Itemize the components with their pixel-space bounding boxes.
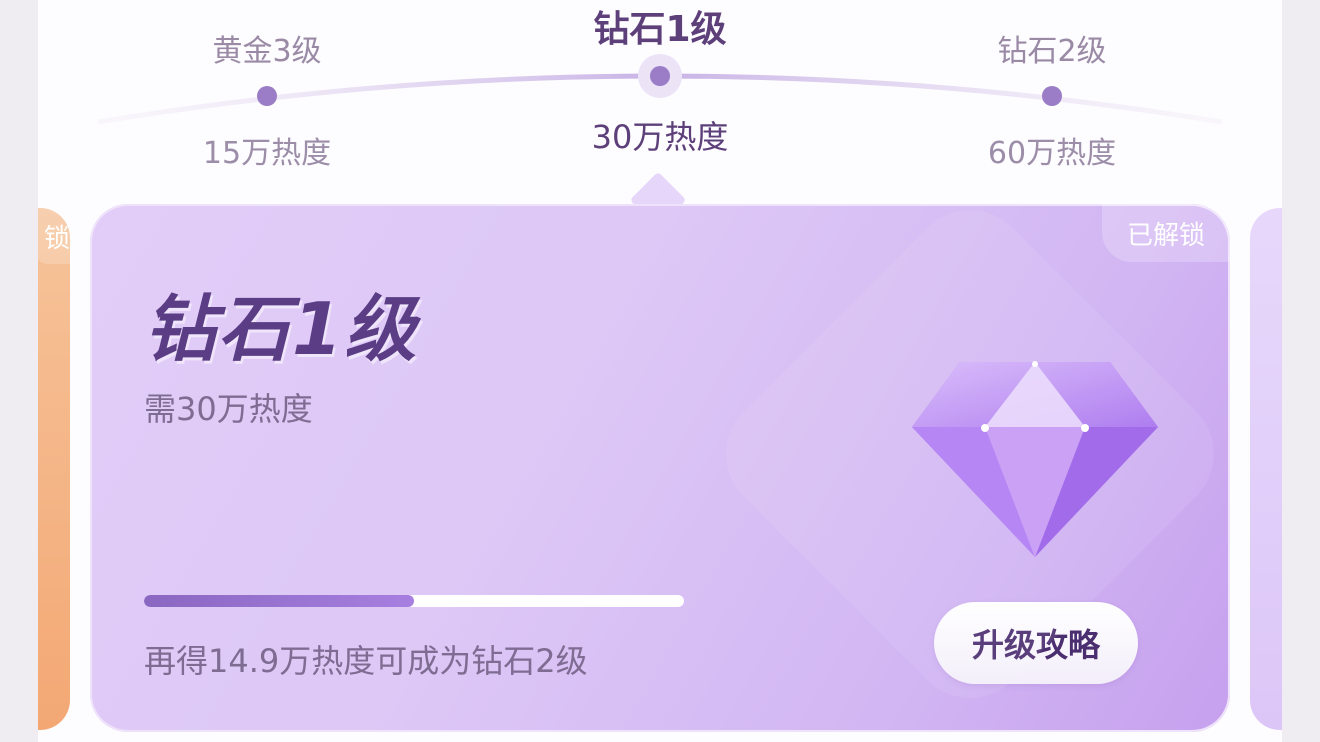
level-dot-diamond2[interactable]	[1042, 86, 1062, 106]
level-heat-gold3: 15万热度	[202, 136, 332, 171]
previous-level-card[interactable]: 锁	[38, 208, 70, 730]
previous-card-badge: 锁	[38, 208, 70, 264]
card-title: 钻石1级	[144, 287, 419, 371]
level-card-diamond1[interactable]: 已解锁 钻石1级 需30万热度 再得14.9万热度可成为钻石2级 升级攻略	[90, 204, 1230, 732]
upgrade-guide-button[interactable]: 升级攻略	[934, 602, 1138, 684]
level-heat-diamond2: 60万热度	[987, 136, 1117, 171]
card-requirement: 需30万热度	[144, 390, 313, 428]
level-track: 黄金3级 15万热度 钻石1级 30万热度 钻石2级 60万热度	[38, 0, 1282, 200]
upgrade-hint: 再得14.9万热度可成为钻石2级	[144, 642, 588, 680]
level-name-diamond1[interactable]: 钻石1级	[593, 0, 726, 52]
diamond-icon	[912, 361, 1158, 557]
level-page: 黄金3级 15万热度 钻石1级 30万热度 钻石2级 60万热度 锁 已解锁 钻…	[38, 0, 1282, 742]
next-level-card[interactable]	[1250, 208, 1282, 730]
level-name-diamond2[interactable]: 钻石2级	[997, 26, 1106, 70]
level-heat-diamond1: 30万热度	[591, 118, 729, 156]
heat-progress-bar	[144, 595, 684, 607]
unlocked-badge: 已解锁	[1102, 204, 1230, 262]
level-dot-diamond1[interactable]	[650, 66, 670, 86]
heat-progress-fill	[144, 595, 414, 607]
level-name-gold3[interactable]: 黄金3级	[212, 26, 321, 70]
level-dot-gold3[interactable]	[257, 86, 277, 106]
